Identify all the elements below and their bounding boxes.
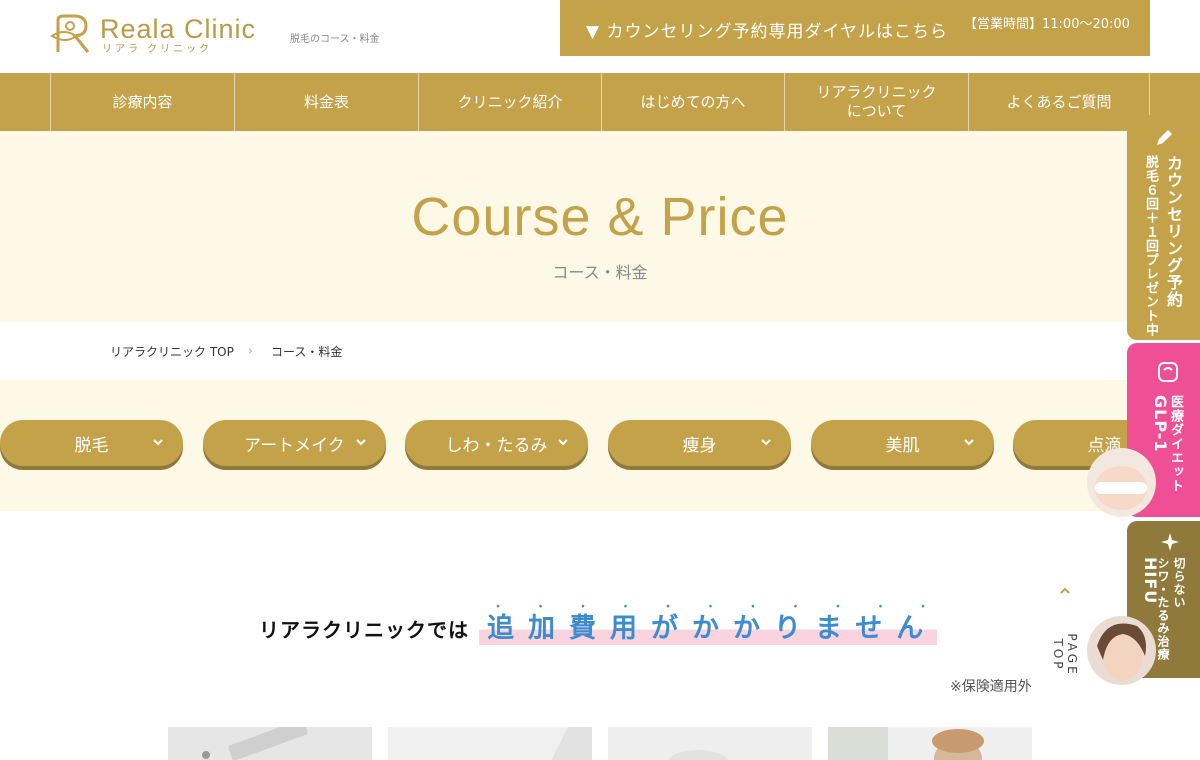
category-label: アートメイク [244, 435, 345, 456]
sparkle-icon [1161, 533, 1179, 551]
business-hours: 【営業時間】11:00〜20:00 [964, 17, 1130, 32]
pencil-icon [1157, 130, 1172, 145]
emphasis-dots: ・・・・・・・・・・・ [493, 602, 961, 613]
face-photo [1087, 616, 1156, 685]
category-label: 美肌 [885, 435, 920, 456]
breadcrumb-current: コース・料金 [271, 345, 343, 359]
category-label: しわ・たるみ [445, 435, 548, 456]
course-thumbnail[interactable] [168, 727, 372, 760]
clipboard-image [202, 727, 308, 760]
nav-item-clinic[interactable]: クリニック紹介 [418, 73, 601, 131]
page-top-label: PAGE TOP [1051, 633, 1079, 677]
page-title-en: Course & Price [411, 187, 789, 247]
nav-item-first-time[interactable]: はじめての方へ [601, 73, 784, 131]
device-image [668, 750, 728, 760]
logo-mark-icon [50, 14, 90, 53]
category-label: 痩身 [682, 435, 717, 456]
global-nav: 診療内容 料金表 クリニック紹介 はじめての方へ リアラクリニック について よ… [0, 73, 1200, 131]
category-skin[interactable]: 美肌 [811, 420, 994, 466]
hifu-title: HIFU [1141, 557, 1160, 605]
chevron-down-icon [558, 439, 568, 446]
hifu-lead: 切らない [1172, 557, 1186, 609]
chevron-up-icon [1060, 587, 1070, 594]
course-thumbnail[interactable] [388, 727, 592, 760]
nav-item-services[interactable]: 診療内容 [50, 73, 234, 131]
course-thumbnail[interactable] [828, 727, 1032, 760]
diet-glp1: GLP-1 [1151, 395, 1170, 453]
category-art-make[interactable]: アートメイク [203, 420, 386, 466]
category-label: 脱毛 [74, 435, 109, 456]
breadcrumb-home-link[interactable]: リアラクリニック TOP [110, 343, 234, 360]
nav-item-about[interactable]: リアラクリニック について [784, 73, 968, 131]
tagline-emphasis-text: 追加費用がかかりません [487, 613, 938, 644]
page-title-ja: コース・料金 [552, 263, 648, 282]
insurance-note: ※保険適用外 [950, 679, 1032, 695]
tagline-emphasis: ・・・・・・・・・・・ 追加費用がかかりません [479, 602, 938, 645]
header-subtitle: 脱毛のコース・料金 [290, 34, 380, 45]
dial-label: ▼ カウンセリング予約専用ダイヤルはこちら [586, 22, 948, 42]
category-slimming[interactable]: 痩身 [608, 420, 791, 466]
nav-item-faq[interactable]: よくあるご質問 [968, 73, 1150, 131]
logo-kana: リアラ クリニック [102, 44, 213, 55]
category-wrinkles[interactable]: しわ・たるみ [405, 420, 588, 466]
site-header: Reala Clinic リアラ クリニック 脱毛のコース・料金 ▼ カウンセリ… [0, 0, 1200, 73]
chevron-down-icon [761, 439, 771, 446]
nav-item-prices[interactable]: 料金表 [234, 73, 418, 131]
side-tab-counseling[interactable]: カウンセリング予約 脱毛６回＋１回プレゼント中 [1127, 115, 1200, 340]
course-thumbnail[interactable] [608, 727, 812, 760]
chevron-down-icon [964, 439, 974, 446]
page-top-button[interactable]: PAGE TOP [1051, 586, 1079, 686]
counseling-title: カウンセリング予約 [1164, 155, 1183, 308]
tagline-lead: リアラクリニックでは [259, 618, 469, 642]
treatment-image [551, 727, 592, 760]
counseling-campaign: 脱毛６回＋１回プレゼント中 [1143, 155, 1158, 337]
woman-face-image [1097, 623, 1146, 680]
breadcrumb-separator-icon: › [247, 344, 254, 359]
logo-name: Reala Clinic [100, 14, 257, 44]
counseling-dial-button[interactable]: ▼ カウンセリング予約専用ダイヤルはこちら 【営業時間】11:00〜20:00 [560, 0, 1150, 56]
body-scale-icon [1158, 362, 1178, 382]
body-image [1095, 466, 1147, 510]
site-logo[interactable]: Reala Clinic リアラ クリニック [50, 14, 256, 56]
category-bar: 脱毛 アートメイク しわ・たるみ 痩身 美肌 点滴 [0, 380, 1200, 511]
body-photo [1087, 448, 1156, 517]
chevron-down-icon [153, 439, 163, 446]
chevron-down-icon [356, 439, 366, 446]
breadcrumb: リアラクリニック TOP › コース・料金 [110, 343, 342, 360]
category-hair-removal[interactable]: 脱毛 [0, 420, 183, 466]
page-hero: Course & Price コース・料金 [0, 131, 1200, 322]
no-extra-fee-tagline: リアラクリニックでは ・・・・・・・・・・・ 追加費用がかかりません [259, 602, 938, 645]
woman-portrait-image [828, 727, 984, 760]
